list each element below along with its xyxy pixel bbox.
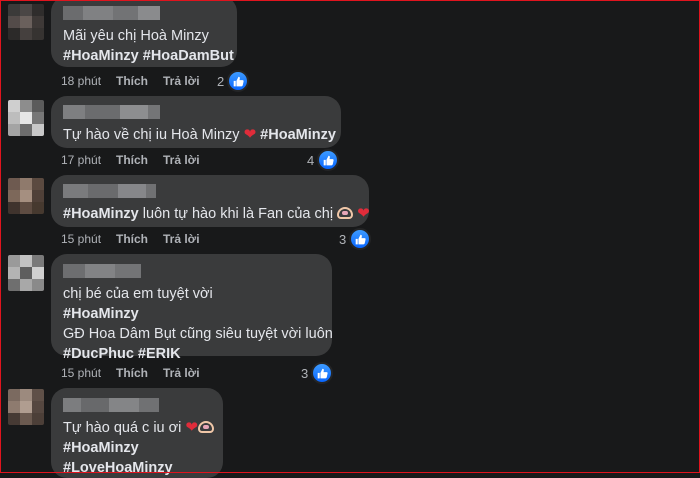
comment-actions: 17 phút Thích Trả lời [61,153,200,167]
reply-button[interactable]: Trả lời [163,153,200,167]
heart-hands-emoji-icon [337,207,354,219]
heart-emoji-icon: ❤ [243,126,257,143]
avatar[interactable] [8,389,44,425]
reply-button[interactable]: Trả lời [163,74,200,88]
comment-time[interactable]: 18 phút [61,74,116,88]
heart-emoji-icon: ❤ [357,205,370,222]
comment-text: GĐ Hoa Dâm Bụt cũng siêu tuyệt vời luôn [63,326,333,342]
avatar[interactable] [8,178,44,214]
comment-bubble: Tự hào về chị iu Hoà Minzy ❤ #HoaMinzy [51,96,341,148]
reaction-count[interactable]: 2 [217,70,250,92]
heart-emoji-icon: ❤ [185,419,198,436]
thumbs-up-icon [311,362,334,384]
like-button[interactable]: Thích [116,232,163,246]
hashtag[interactable]: #DucPhuc #ERIK [63,344,320,364]
reply-button[interactable]: Trả lời [163,366,200,380]
comment-actions: 15 phút Thích Trả lời [61,366,200,380]
reaction-count[interactable]: 4 [307,149,340,171]
avatar[interactable] [8,255,44,291]
comment-time[interactable]: 17 phút [61,153,116,167]
reaction-number: 2 [217,73,225,89]
like-button[interactable]: Thích [116,74,163,88]
thumbs-up-icon [317,149,340,171]
heart-hands-emoji-icon [197,421,214,433]
commenter-name[interactable] [63,264,320,278]
comment-actions: 15 phút Thích Trả lời [61,232,200,246]
comment-text: Tự hào về chị iu Hoà Minzy ❤ #HoaMinzy [63,125,336,145]
like-button[interactable]: Thích [116,366,163,380]
comment-bubble: chị bé của em tuyệt vời #HoaMinzy GĐ Hoa… [51,254,333,362]
reaction-count[interactable]: 3 [339,228,372,250]
comment-body: Tự hào quá c iu ơi [63,420,182,436]
comment-body: Tự hào về chị iu Hoà Minzy [63,127,240,143]
comment-text: Tự hào quá c iu ơi ❤ [63,418,214,438]
comment-time[interactable]: 15 phút [61,366,116,380]
commenter-name[interactable] [63,184,357,198]
comment-text: #HoaMinzy luôn tự hào khi là Fan của chị… [63,204,370,224]
comment-bubble: #HoaMinzy luôn tự hào khi là Fan của chị… [51,175,370,227]
commenter-name[interactable] [63,6,225,20]
comment-time[interactable]: 15 phút [61,232,116,246]
thumbs-up-icon [349,228,372,250]
comment-bubble: Tự hào quá c iu ơi ❤ #HoaMinzy #LoveHoaM… [51,388,223,478]
reaction-count[interactable]: 3 [301,362,334,384]
hashtag[interactable]: #HoaMinzy [63,304,320,324]
comment-actions: 18 phút Thích Trả lời [61,74,200,88]
like-button[interactable]: Thích [116,153,163,167]
hashtag[interactable]: #HoaMinzy [63,206,139,222]
comment-text: chị bé của em tuyệt vời [63,286,213,302]
commenter-name[interactable] [63,398,211,412]
reply-button[interactable]: Trả lời [163,232,200,246]
hashtag[interactable]: #HoaMinzy #HoaDamBut [63,46,234,66]
comment-bubble: Mãi yêu chị Hoà Minzy #HoaMinzy #HoaDamB… [51,0,237,67]
commenter-name[interactable] [63,105,329,119]
comment-text: Mãi yêu chị Hoà Minzy [63,28,209,44]
hashtag[interactable]: #HoaMinzy [260,127,336,143]
hashtag[interactable]: #HoaMinzy [63,438,211,458]
avatar[interactable] [8,100,44,136]
reaction-number: 3 [301,365,309,381]
reaction-number: 3 [339,231,347,247]
comment-body: luôn tự hào khi là Fan của chị [142,206,334,222]
hashtag[interactable]: #LoveHoaMinzy [63,458,211,478]
thumbs-up-icon [227,70,250,92]
reaction-number: 4 [307,152,315,168]
avatar[interactable] [8,4,44,40]
